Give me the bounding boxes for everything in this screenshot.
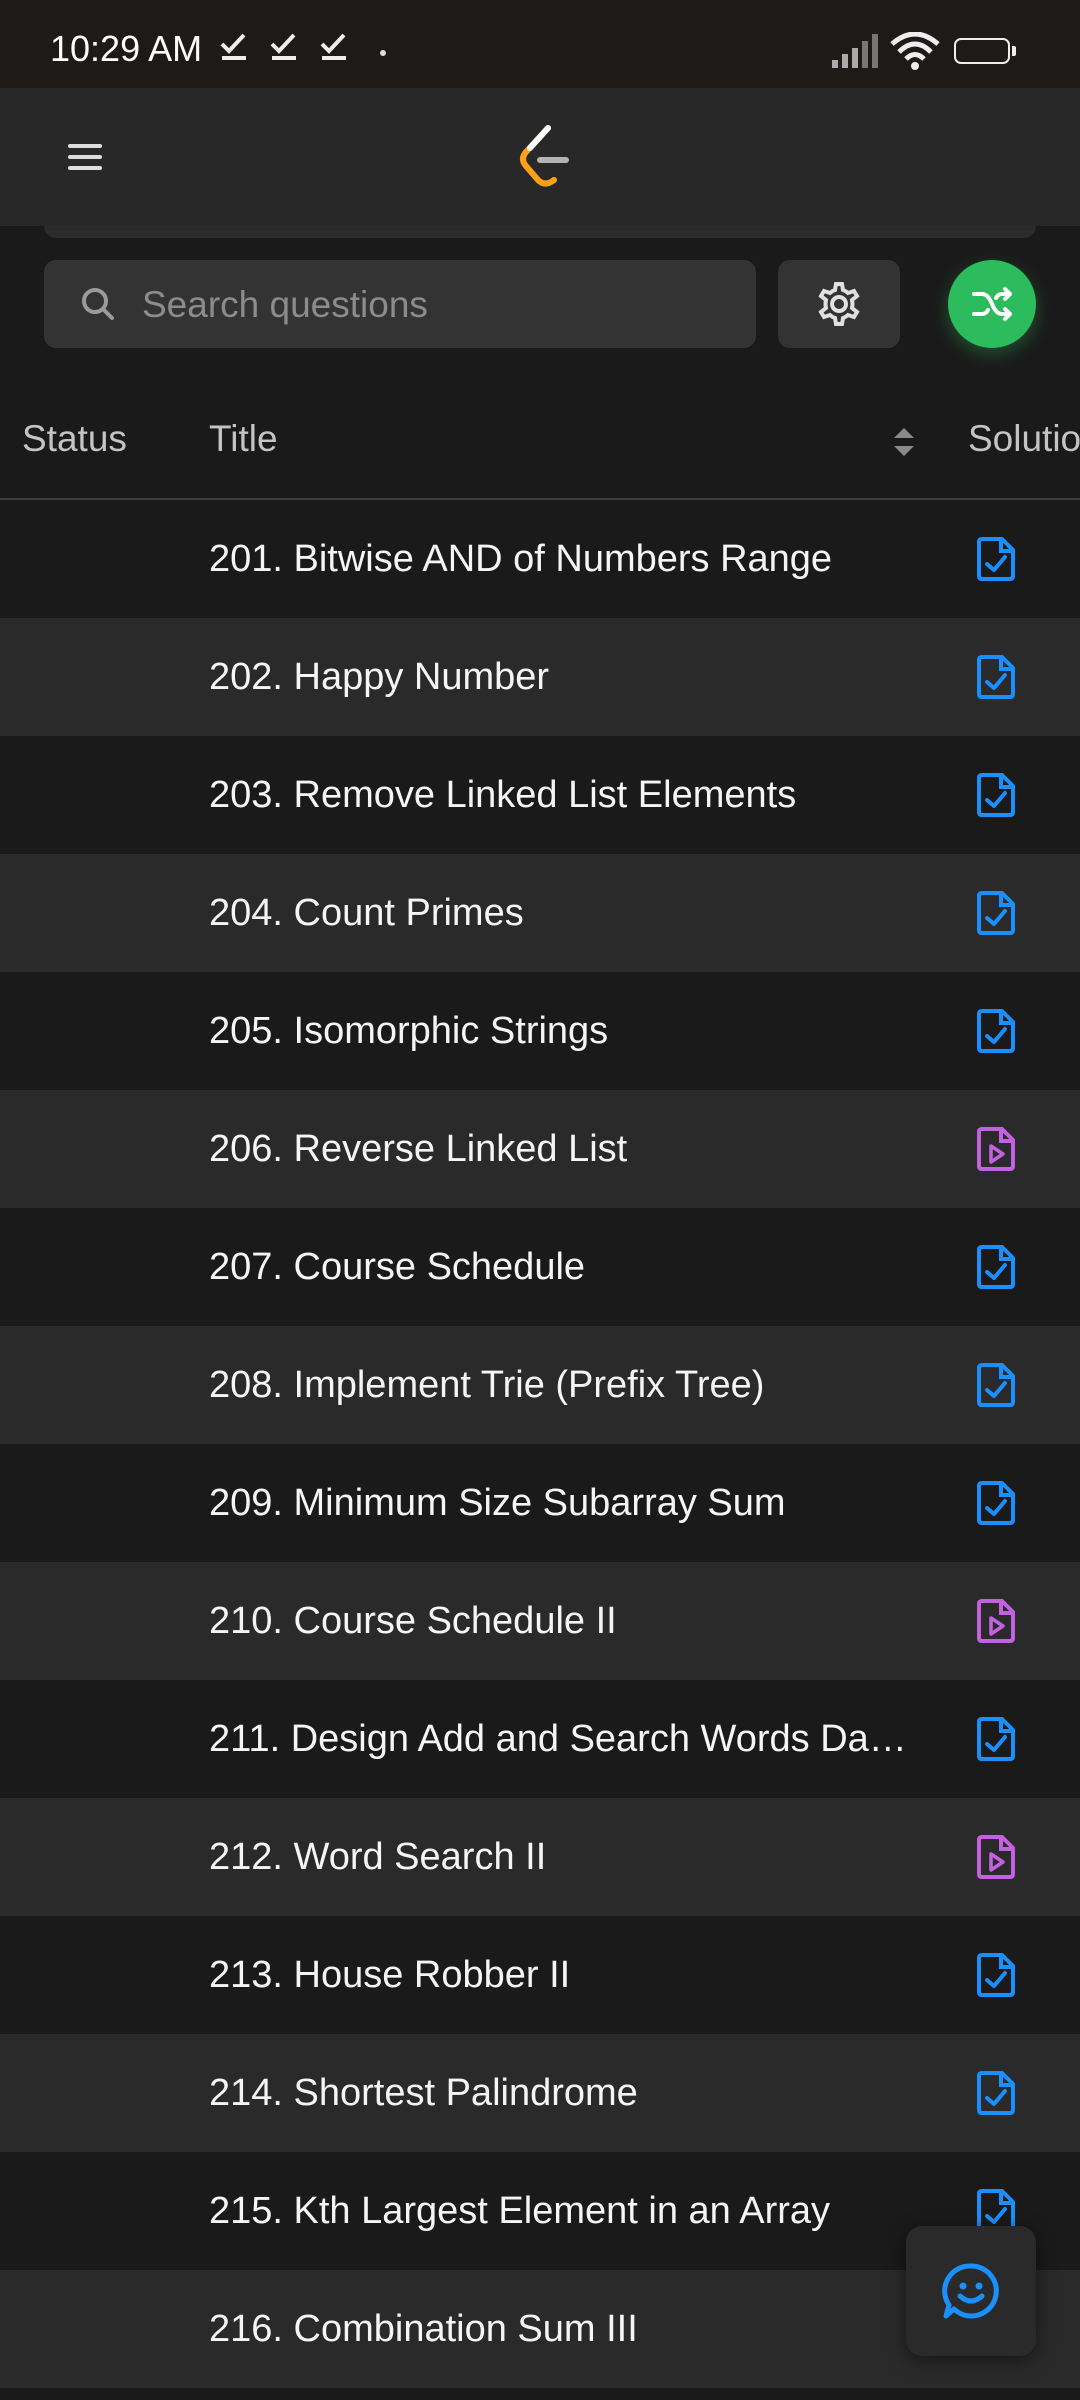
question-title[interactable]: 207. Course Schedule bbox=[209, 1208, 909, 1326]
table-row[interactable]: 211. Design Add and Search Words Dat… bbox=[0, 1680, 1080, 1798]
question-title[interactable]: 201. Bitwise AND of Numbers Range bbox=[209, 500, 909, 618]
question-title[interactable]: 202. Happy Number bbox=[209, 618, 909, 736]
question-title[interactable]: 212. Word Search II bbox=[209, 1798, 909, 1916]
download-done-icon bbox=[320, 33, 346, 60]
solution-article-icon[interactable] bbox=[976, 1362, 1016, 1408]
table-row[interactable]: 212. Word Search II bbox=[0, 1798, 1080, 1916]
table-row[interactable]: 206. Reverse Linked List bbox=[0, 1090, 1080, 1208]
battery-icon: 82 bbox=[954, 38, 1018, 66]
more-notifications-dot bbox=[380, 50, 386, 56]
table-row[interactable]: 203. Remove Linked List Elements bbox=[0, 736, 1080, 854]
hamburger-menu-icon[interactable] bbox=[60, 132, 110, 182]
question-title[interactable]: 208. Implement Trie (Prefix Tree) bbox=[209, 1326, 909, 1444]
solution-article-icon[interactable] bbox=[976, 1008, 1016, 1054]
solution-video-icon[interactable] bbox=[976, 1126, 1016, 1172]
table-row[interactable]: 209. Minimum Size Subarray Sum bbox=[0, 1444, 1080, 1562]
solution-video-icon[interactable] bbox=[976, 1598, 1016, 1644]
notification-icons bbox=[218, 30, 350, 62]
settings-button[interactable] bbox=[778, 260, 900, 348]
question-title[interactable]: 213. House Robber II bbox=[209, 1916, 909, 2034]
question-title[interactable]: 203. Remove Linked List Elements bbox=[209, 736, 909, 854]
leetcode-logo-icon[interactable] bbox=[514, 124, 574, 190]
status-bar: 10:29 AM 82 bbox=[0, 0, 1080, 88]
wifi-icon bbox=[890, 32, 940, 70]
solution-article-icon[interactable] bbox=[976, 890, 1016, 936]
battery-level: 82 bbox=[967, 40, 989, 61]
solution-article-icon[interactable] bbox=[976, 1716, 1016, 1762]
signal-icon bbox=[832, 34, 878, 68]
table-row[interactable]: 208. Implement Trie (Prefix Tree) bbox=[0, 1326, 1080, 1444]
table-row[interactable]: 202. Happy Number bbox=[0, 618, 1080, 736]
table-row[interactable]: 214. Shortest Palindrome bbox=[0, 2034, 1080, 2152]
sort-icon[interactable] bbox=[890, 424, 918, 460]
column-header-title[interactable]: Title bbox=[209, 418, 278, 460]
solution-article-icon[interactable] bbox=[976, 536, 1016, 582]
search-icon bbox=[82, 288, 114, 320]
table-header: Status Title Solutio bbox=[0, 380, 1080, 500]
column-header-status[interactable]: Status bbox=[22, 418, 127, 460]
random-question-button[interactable] bbox=[948, 260, 1036, 348]
column-header-solution[interactable]: Solutio bbox=[968, 418, 1080, 460]
collapsed-panel-edge bbox=[44, 226, 1036, 238]
solution-article-icon[interactable] bbox=[976, 1480, 1016, 1526]
question-title[interactable]: 204. Count Primes bbox=[209, 854, 909, 972]
solution-article-icon[interactable] bbox=[976, 1244, 1016, 1290]
table-row[interactable]: 205. Isomorphic Strings bbox=[0, 972, 1080, 1090]
question-title[interactable]: 216. Combination Sum III bbox=[209, 2270, 909, 2388]
question-list: 201. Bitwise AND of Numbers Range 202. Ha… bbox=[0, 500, 1080, 2388]
top-nav-bar bbox=[0, 88, 1080, 226]
table-row[interactable]: 210. Course Schedule II bbox=[0, 1562, 1080, 1680]
table-row[interactable]: 204. Count Primes bbox=[0, 854, 1080, 972]
table-row[interactable]: 207. Course Schedule bbox=[0, 1208, 1080, 1326]
question-title[interactable]: 211. Design Add and Search Words Dat… bbox=[209, 1680, 909, 1798]
feedback-button[interactable] bbox=[906, 2226, 1036, 2356]
status-time: 10:29 AM bbox=[50, 28, 203, 69]
solution-article-icon[interactable] bbox=[976, 1952, 1016, 1998]
question-title[interactable]: 209. Minimum Size Subarray Sum bbox=[209, 1444, 909, 1562]
question-title[interactable]: 214. Shortest Palindrome bbox=[209, 2034, 909, 2152]
solution-article-icon[interactable] bbox=[976, 2070, 1016, 2116]
question-title[interactable]: 205. Isomorphic Strings bbox=[209, 972, 909, 1090]
smiley-chat-icon bbox=[942, 2263, 999, 2319]
download-done-icon bbox=[270, 33, 296, 60]
solution-video-icon[interactable] bbox=[976, 1834, 1016, 1880]
table-row[interactable]: 213. House Robber II bbox=[0, 1916, 1080, 2034]
question-title[interactable]: 206. Reverse Linked List bbox=[209, 1090, 909, 1208]
question-title[interactable]: 215. Kth Largest Element in an Array bbox=[209, 2152, 909, 2270]
table-row[interactable]: 201. Bitwise AND of Numbers Range bbox=[0, 500, 1080, 618]
search-input[interactable] bbox=[140, 260, 744, 350]
shuffle-icon bbox=[972, 287, 1012, 321]
solution-article-icon[interactable] bbox=[976, 654, 1016, 700]
question-title[interactable]: 210. Course Schedule II bbox=[209, 1562, 909, 1680]
solution-article-icon[interactable] bbox=[976, 772, 1016, 818]
download-done-icon bbox=[220, 33, 246, 60]
search-box[interactable] bbox=[44, 260, 756, 350]
gear-icon bbox=[818, 282, 860, 326]
